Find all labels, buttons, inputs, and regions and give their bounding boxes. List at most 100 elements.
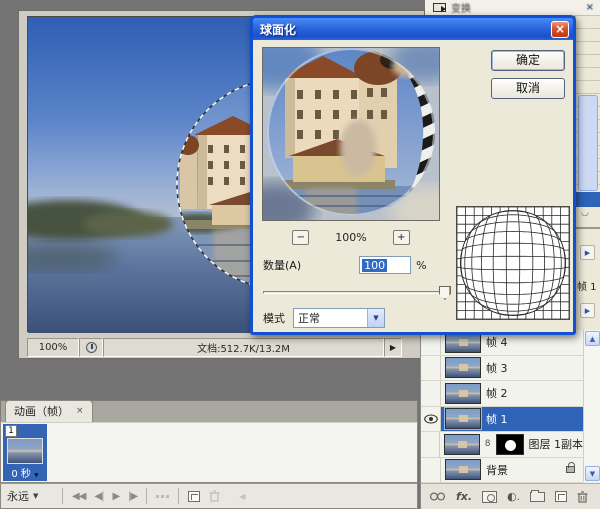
layer-thumbnail[interactable] bbox=[444, 434, 480, 455]
partial-command-icon bbox=[433, 3, 446, 12]
visibility-toggle[interactable] bbox=[421, 458, 441, 483]
amount-value-selected: 100 bbox=[362, 259, 387, 272]
preview-zoom-controls: − 100% + bbox=[262, 228, 440, 246]
layer-thumbnail[interactable] bbox=[445, 459, 481, 480]
new-group-icon[interactable] bbox=[530, 492, 545, 502]
status-doc-info: 文档:512.7K/13.2M bbox=[103, 338, 384, 357]
tab-animation-frames[interactable]: 动画（帧） × bbox=[5, 400, 93, 422]
amount-slider[interactable] bbox=[263, 286, 451, 300]
ok-button[interactable]: 确定 bbox=[491, 50, 565, 71]
status-zoom-field[interactable]: 100% bbox=[27, 338, 79, 357]
scroll-up-button[interactable]: ▲ bbox=[585, 331, 600, 346]
hidden-selected-row-fragment bbox=[576, 192, 600, 207]
visibility-toggle[interactable] bbox=[421, 381, 441, 406]
delete-frame-button[interactable] bbox=[209, 490, 220, 502]
visibility-toggle[interactable] bbox=[421, 407, 441, 432]
cancel-button[interactable]: 取消 bbox=[491, 78, 565, 99]
loop-count-dropdown[interactable]: 永远 ▼ bbox=[7, 488, 53, 504]
delay-dropdown-icon: ▼ bbox=[34, 472, 39, 479]
spherize-dialog: 球面化 × bbox=[250, 15, 576, 335]
layer-mask-thumbnail[interactable] bbox=[496, 434, 524, 455]
loop-dropdown-icon: ▼ bbox=[33, 492, 38, 500]
delete-layer-icon[interactable] bbox=[577, 491, 588, 503]
tab-label: 动画（帧） bbox=[14, 403, 69, 419]
tab-close-icon[interactable]: × bbox=[76, 406, 84, 416]
mode-label: 模式 bbox=[263, 310, 285, 326]
frame-thumbnail[interactable] bbox=[7, 438, 43, 464]
slider-thumb[interactable] bbox=[439, 286, 451, 300]
status-clock-icon bbox=[79, 338, 103, 357]
duplicate-frame-button[interactable] bbox=[188, 491, 200, 502]
slider-track[interactable] bbox=[263, 291, 445, 294]
amount-unit: % bbox=[416, 259, 426, 272]
spin-right-icon: ▶ bbox=[585, 307, 590, 315]
play-button[interactable]: ▶ bbox=[112, 491, 119, 502]
layer-row-layer1-copy[interactable]: 8 图层 1副本 bbox=[421, 432, 583, 458]
tween-button[interactable] bbox=[156, 495, 169, 498]
status-menu-arrow[interactable]: ▶ bbox=[384, 338, 402, 357]
layer-name[interactable]: 帧 4 bbox=[486, 334, 508, 350]
animation-controls-bar: 永远 ▼ ◀◀ ◀| ▶ |▶ ◀ bbox=[0, 483, 418, 509]
scroll-up-icon: ▲ bbox=[590, 335, 595, 343]
animation-panel: 动画（帧） × 1 0 秒 ▼ 永远 ▼ ◀◀ ◀| ▶ |▶ ◀ bbox=[0, 400, 418, 509]
partial-command-label: 变换 bbox=[451, 0, 471, 15]
opacity-spin-button[interactable]: ▶ bbox=[580, 245, 595, 260]
hidden-layer-label: 帧 1 bbox=[577, 278, 597, 293]
fill-spin-button[interactable]: ▶ bbox=[580, 303, 595, 318]
dropdown-button[interactable]: ▼ bbox=[367, 309, 384, 327]
layer-name[interactable]: 帧 2 bbox=[486, 385, 508, 401]
link-layers-icon[interactable] bbox=[429, 492, 446, 501]
layer-name[interactable]: 背景 bbox=[486, 462, 508, 478]
loop-count-value: 永远 bbox=[7, 488, 29, 504]
spin-right-icon: ▶ bbox=[585, 249, 590, 257]
layer-thumbnail[interactable] bbox=[445, 383, 481, 404]
divider bbox=[178, 488, 179, 504]
layers-scrollbar[interactable]: ▲ ▼ bbox=[583, 330, 600, 482]
zoom-in-button[interactable]: + bbox=[393, 230, 410, 245]
dialog-titlebar[interactable]: 球面化 × bbox=[253, 18, 573, 40]
layer-thumbnail[interactable] bbox=[445, 357, 481, 378]
frame-1-selected[interactable]: 1 0 秒 ▼ bbox=[3, 424, 47, 481]
layer-name[interactable]: 帧 3 bbox=[486, 360, 508, 376]
layer-row-frame1-selected[interactable]: 帧 1 bbox=[421, 407, 583, 433]
scroll-down-button[interactable]: ▼ bbox=[585, 466, 600, 481]
dialog-close-button[interactable]: × bbox=[551, 21, 569, 38]
add-mask-icon[interactable] bbox=[482, 491, 497, 503]
filter-preview[interactable] bbox=[262, 47, 440, 221]
partial-close-icon[interactable]: × bbox=[586, 2, 594, 13]
new-layer-icon[interactable] bbox=[555, 491, 567, 502]
first-frame-button[interactable]: ◀◀ bbox=[72, 491, 85, 502]
scroll-left-icon[interactable]: ◀ bbox=[239, 492, 245, 501]
hidden-scrollbar-fragment[interactable] bbox=[578, 95, 598, 191]
layer-name[interactable]: 图层 1副本 bbox=[529, 436, 584, 452]
divider bbox=[146, 488, 147, 504]
partial-panel-row: 变换 × bbox=[425, 0, 600, 16]
panel-divider bbox=[576, 227, 600, 229]
mode-row: 模式 正常 ▼ bbox=[263, 308, 385, 328]
mode-selected-value: 正常 bbox=[294, 310, 367, 326]
layer-row-frame2[interactable]: 帧 2 bbox=[421, 381, 583, 407]
layer-row-frame3[interactable]: 帧 3 bbox=[421, 356, 583, 382]
layer-row-background[interactable]: 背景 bbox=[421, 458, 583, 484]
scroll-down-icon: ▼ bbox=[590, 470, 595, 478]
frame-delay-control[interactable]: 0 秒 ▼ bbox=[3, 465, 47, 480]
status-bar: 100% 文档:512.7K/13.2M ▶ bbox=[27, 338, 416, 357]
hidden-scroll-down-icon: ◡ bbox=[581, 208, 589, 218]
visibility-toggle[interactable] bbox=[421, 356, 441, 381]
layer-style-icon[interactable]: fx. bbox=[456, 490, 472, 503]
chevron-down-icon: ▼ bbox=[373, 314, 378, 322]
previous-frame-button[interactable]: ◀| bbox=[94, 491, 103, 502]
zoom-out-button[interactable]: − bbox=[292, 230, 309, 245]
amount-row: 数量(A) 100 % bbox=[263, 256, 483, 274]
status-tail bbox=[402, 338, 416, 357]
mode-dropdown[interactable]: 正常 ▼ bbox=[293, 308, 385, 328]
spherized-preview-image bbox=[263, 48, 439, 220]
adjustment-layer-icon[interactable]: ◐. bbox=[507, 490, 520, 503]
next-frame-button[interactable]: |▶ bbox=[128, 491, 137, 502]
mask-link-icon: 8 bbox=[485, 439, 491, 449]
amount-input[interactable]: 100 bbox=[359, 256, 411, 274]
visibility-toggle[interactable] bbox=[421, 432, 440, 457]
layer-thumbnail[interactable] bbox=[445, 408, 481, 429]
lock-icon bbox=[566, 466, 575, 473]
layer-name[interactable]: 帧 1 bbox=[486, 411, 508, 427]
